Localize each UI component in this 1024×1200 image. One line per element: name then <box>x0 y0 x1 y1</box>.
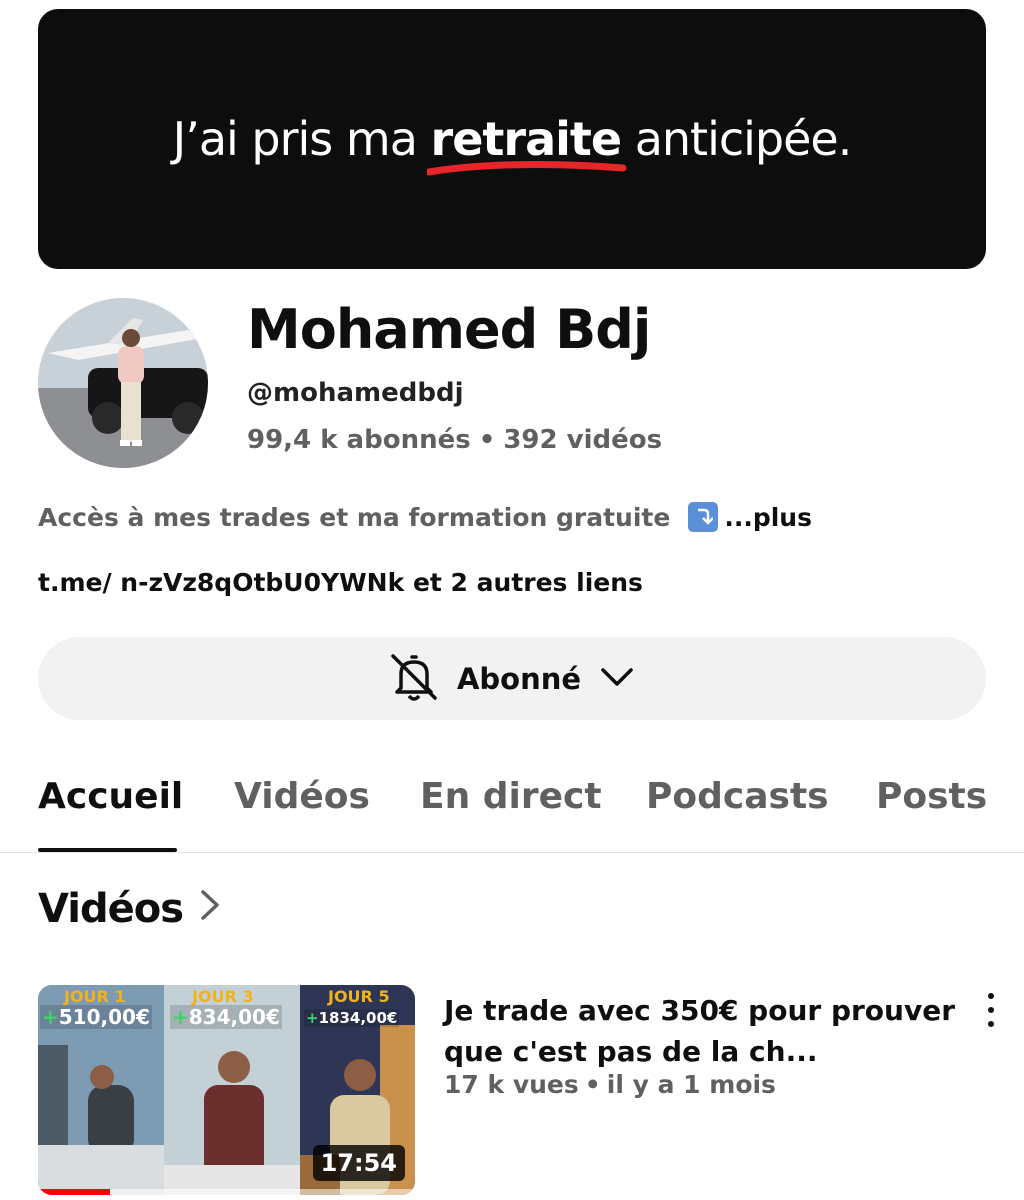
video-duration-badge: 17:54 <box>312 1145 405 1181</box>
banner-text: J’ai pris ma retraite anticipée. <box>172 112 853 176</box>
channel-description[interactable]: Accès à mes trades et ma formation gratu… <box>38 502 812 532</box>
video-title[interactable]: Je trade avec 350€ pour prouver que c'es… <box>444 990 964 1072</box>
tab-en-direct[interactable]: En direct <box>420 776 602 817</box>
tab-podcasts[interactable]: Podcasts <box>646 776 829 817</box>
active-tab-indicator <box>38 848 177 852</box>
channel-handle: @mohamedbdj <box>247 378 464 408</box>
thumbnail-panel-1: JOUR 1 +510,00€ <box>38 985 164 1195</box>
panel-2-gain: +834,00€ <box>170 1005 282 1029</box>
video-views: 17 k vues <box>444 1070 579 1099</box>
channel-links[interactable]: t.me/ n-zVz8qOtbU0YWNk et 2 autres liens <box>38 568 643 597</box>
tab-accueil[interactable]: Accueil <box>38 776 183 817</box>
description-text: Accès à mes trades et ma formation gratu… <box>38 502 671 532</box>
banner-text-before: J’ai pris ma <box>172 112 431 166</box>
subscribed-button[interactable]: Abonné <box>38 637 986 720</box>
arrow-down-right-icon <box>688 502 719 532</box>
banner-text-after: anticipée. <box>621 112 853 166</box>
stats-separator: • <box>478 425 496 455</box>
avatar-image <box>38 298 208 468</box>
video-age: il y a 1 mois <box>606 1070 776 1099</box>
panel-1-gain: +510,00€ <box>40 1005 152 1029</box>
chevron-right-icon <box>197 886 223 932</box>
tab-posts[interactable]: Posts <box>876 776 987 817</box>
bell-off-icon <box>387 650 441 708</box>
watch-progress-fill <box>38 1189 110 1195</box>
red-underline-stroke <box>426 161 627 176</box>
more-link[interactable]: ...plus <box>724 503 812 532</box>
panel-1-day: JOUR 1 <box>64 987 126 1006</box>
channel-stats: 99,4 k abonnés • 392 vidéos <box>247 425 662 455</box>
channel-tabs: Accueil Vidéos En direct Podcasts Posts <box>0 760 1024 853</box>
more-options-icon[interactable] <box>978 990 1004 1030</box>
meta-separator: • <box>584 1070 601 1099</box>
video-thumbnail[interactable]: JOUR 1 +510,00€ JOUR 3 +834,00€ JOUR 5 +… <box>38 985 415 1195</box>
panel-3-day: JOUR 5 <box>328 987 390 1006</box>
watch-progress-bar <box>38 1189 415 1195</box>
chevron-down-icon <box>597 657 637 701</box>
primary-link[interactable]: t.me/ n-zVz8qOtbU0YWNk <box>38 568 404 597</box>
channel-name: Mohamed Bdj <box>247 298 651 361</box>
channel-avatar[interactable] <box>38 298 208 468</box>
video-count: 392 vidéos <box>503 425 663 455</box>
subscribed-label: Abonné <box>456 661 582 696</box>
other-links-label[interactable]: et 2 autres liens <box>404 568 643 597</box>
tab-videos[interactable]: Vidéos <box>234 776 370 817</box>
section-title: Vidéos <box>38 886 184 932</box>
channel-banner: J’ai pris ma retraite anticipée. <box>38 9 986 269</box>
thumbnail-panel-2: JOUR 3 +834,00€ <box>164 985 300 1195</box>
panel-3-gain: +1834,00€ <box>304 1009 400 1027</box>
subscriber-count: 99,4 k abonnés <box>247 425 471 455</box>
panel-2-day: JOUR 3 <box>192 987 254 1006</box>
section-header-videos[interactable]: Vidéos <box>38 886 223 932</box>
banner-text-highlight: retraite <box>426 112 627 176</box>
video-meta: 17 k vues • il y a 1 mois <box>444 1070 776 1099</box>
